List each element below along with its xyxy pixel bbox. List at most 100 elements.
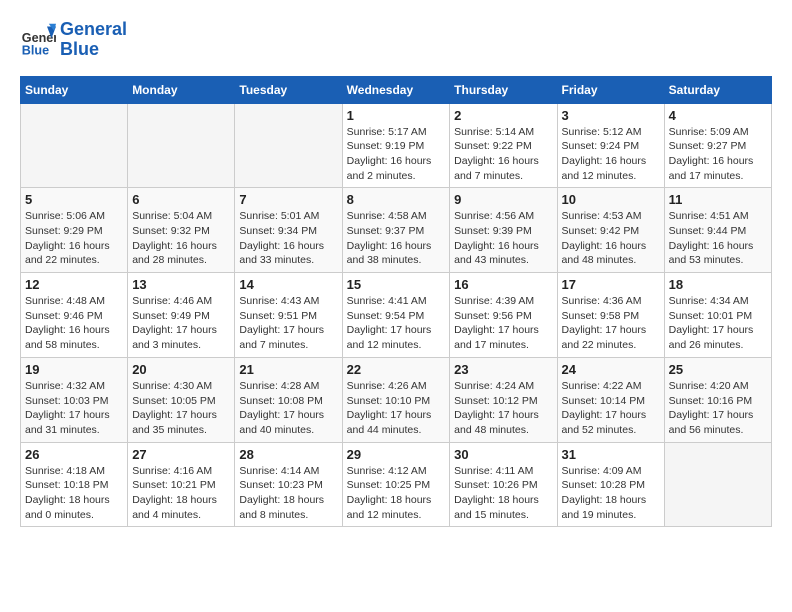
day-info: Sunrise: 5:14 AMSunset: 9:22 PMDaylight:… (454, 125, 552, 184)
calendar-cell: 30Sunrise: 4:11 AMSunset: 10:26 PMDaylig… (450, 442, 557, 527)
day-of-week-header: Wednesday (342, 76, 450, 103)
day-info: Sunrise: 4:11 AMSunset: 10:26 PMDaylight… (454, 464, 552, 523)
day-of-week-header: Saturday (664, 76, 771, 103)
day-number: 27 (132, 447, 230, 462)
calendar-cell: 22Sunrise: 4:26 AMSunset: 10:10 PMDaylig… (342, 357, 450, 442)
calendar-cell: 13Sunrise: 4:46 AMSunset: 9:49 PMDayligh… (128, 273, 235, 358)
calendar-cell: 4 Sunrise: 5:09 AMSunset: 9:27 PMDaylight… (664, 103, 771, 188)
logo-text: General Blue (60, 20, 127, 60)
svg-text:Blue: Blue (22, 43, 49, 57)
calendar-cell (21, 103, 128, 188)
calendar-cell: 17 Sunrise: 4:36 AMSunset: 9:58 PMDayligh… (557, 273, 664, 358)
day-info: Sunrise: 4:34 AMSunset: 10:01 PMDaylight… (669, 294, 767, 353)
calendar-cell: 14 Sunrise: 4:43 AMSunset: 9:51 PMDayligh… (235, 273, 342, 358)
day-number: 3 (562, 108, 660, 123)
calendar-cell: 12 Sunrise: 4:48 AMSunset: 9:46 PMDayligh… (21, 273, 128, 358)
calendar-cell (128, 103, 235, 188)
calendar-cell: 28 Sunrise: 4:14 AMSunset: 10:23 PMDaylig… (235, 442, 342, 527)
logo-icon: General Blue (20, 22, 56, 58)
day-number: 25 (669, 362, 767, 377)
day-info: Sunrise: 4:53 AMSunset: 9:42 PMDaylight:… (562, 209, 660, 268)
day-number: 12 (25, 277, 123, 292)
calendar-cell: 8 Sunrise: 4:58 AMSunset: 9:37 PMDaylight… (342, 188, 450, 273)
day-number: 24 (562, 362, 660, 377)
day-number: 28 (239, 447, 337, 462)
day-info: Sunrise: 5:04 AMSunset: 9:32 PMDaylight:… (132, 209, 230, 268)
day-info: Sunrise: 5:12 AMSunset: 9:24 PMDaylight:… (562, 125, 660, 184)
calendar-cell: 24 Sunrise: 4:22 AMSunset: 10:14 PMDaylig… (557, 357, 664, 442)
day-number: 5 (25, 192, 123, 207)
day-info: Sunrise: 4:39 AMSunset: 9:56 PMDaylight:… (454, 294, 552, 353)
calendar-cell: 6 Sunrise: 5:04 AMSunset: 9:32 PMDaylight… (128, 188, 235, 273)
logo: General Blue General Blue (20, 20, 127, 60)
day-number: 7 (239, 192, 337, 207)
calendar-cell: 16Sunrise: 4:39 AMSunset: 9:56 PMDayligh… (450, 273, 557, 358)
day-number: 15 (347, 277, 446, 292)
calendar-cell: 10 Sunrise: 4:53 AMSunset: 9:42 PMDayligh… (557, 188, 664, 273)
calendar-week-row: 19 Sunrise: 4:32 AMSunset: 10:03 PMDaylig… (21, 357, 772, 442)
day-of-week-header: Friday (557, 76, 664, 103)
day-info: Sunrise: 4:16 AMSunset: 10:21 PMDaylight… (132, 464, 230, 523)
calendar-cell: 2 Sunrise: 5:14 AMSunset: 9:22 PMDaylight… (450, 103, 557, 188)
day-number: 31 (562, 447, 660, 462)
day-number: 19 (25, 362, 123, 377)
day-number: 6 (132, 192, 230, 207)
day-number: 11 (669, 192, 767, 207)
calendar-cell (235, 103, 342, 188)
calendar-cell: 9 Sunrise: 4:56 AMSunset: 9:39 PMDaylight… (450, 188, 557, 273)
calendar-cell: 26 Sunrise: 4:18 AMSunset: 10:18 PMDaylig… (21, 442, 128, 527)
day-number: 2 (454, 108, 552, 123)
page-header: General Blue General Blue (20, 20, 772, 60)
day-info: Sunrise: 5:01 AMSunset: 9:34 PMDaylight:… (239, 209, 337, 268)
day-info: Sunrise: 4:41 AMSunset: 9:54 PMDaylight:… (347, 294, 446, 353)
day-number: 23 (454, 362, 552, 377)
day-info: Sunrise: 4:43 AMSunset: 9:51 PMDaylight:… (239, 294, 337, 353)
day-info: Sunrise: 4:14 AMSunset: 10:23 PMDaylight… (239, 464, 337, 523)
day-info: Sunrise: 4:20 AMSunset: 10:16 PMDaylight… (669, 379, 767, 438)
day-info: Sunrise: 5:09 AMSunset: 9:27 PMDaylight:… (669, 125, 767, 184)
calendar: SundayMondayTuesdayWednesdayThursdayFrid… (20, 76, 772, 528)
day-number: 10 (562, 192, 660, 207)
day-info: Sunrise: 4:46 AMSunset: 9:49 PMDaylight:… (132, 294, 230, 353)
day-number: 26 (25, 447, 123, 462)
calendar-cell: 29 Sunrise: 4:12 AMSunset: 10:25 PMDaylig… (342, 442, 450, 527)
day-info: Sunrise: 4:28 AMSunset: 10:08 PMDaylight… (239, 379, 337, 438)
calendar-week-row: 1Sunrise: 5:17 AMSunset: 9:19 PMDaylight… (21, 103, 772, 188)
calendar-cell: 1Sunrise: 5:17 AMSunset: 9:19 PMDaylight… (342, 103, 450, 188)
day-info: Sunrise: 4:58 AMSunset: 9:37 PMDaylight:… (347, 209, 446, 268)
day-info: Sunrise: 4:56 AMSunset: 9:39 PMDaylight:… (454, 209, 552, 268)
calendar-cell: 25 Sunrise: 4:20 AMSunset: 10:16 PMDaylig… (664, 357, 771, 442)
day-of-week-header: Monday (128, 76, 235, 103)
day-info: Sunrise: 5:17 AMSunset: 9:19 PMDaylight:… (347, 125, 446, 184)
calendar-cell: 21Sunrise: 4:28 AMSunset: 10:08 PMDaylig… (235, 357, 342, 442)
calendar-cell: 11Sunrise: 4:51 AMSunset: 9:44 PMDayligh… (664, 188, 771, 273)
calendar-cell: 19 Sunrise: 4:32 AMSunset: 10:03 PMDaylig… (21, 357, 128, 442)
calendar-week-row: 26 Sunrise: 4:18 AMSunset: 10:18 PMDaylig… (21, 442, 772, 527)
day-number: 4 (669, 108, 767, 123)
calendar-cell: 15 Sunrise: 4:41 AMSunset: 9:54 PMDayligh… (342, 273, 450, 358)
day-number: 18 (669, 277, 767, 292)
day-info: Sunrise: 4:32 AMSunset: 10:03 PMDaylight… (25, 379, 123, 438)
calendar-cell: 7 Sunrise: 5:01 AMSunset: 9:34 PMDaylight… (235, 188, 342, 273)
day-of-week-header: Tuesday (235, 76, 342, 103)
day-number: 17 (562, 277, 660, 292)
day-number: 20 (132, 362, 230, 377)
calendar-cell: 18 Sunrise: 4:34 AMSunset: 10:01 PMDaylig… (664, 273, 771, 358)
day-number: 14 (239, 277, 337, 292)
day-info: Sunrise: 4:48 AMSunset: 9:46 PMDaylight:… (25, 294, 123, 353)
calendar-cell: 31 Sunrise: 4:09 AMSunset: 10:28 PMDaylig… (557, 442, 664, 527)
calendar-cell: 3 Sunrise: 5:12 AMSunset: 9:24 PMDaylight… (557, 103, 664, 188)
day-info: Sunrise: 4:09 AMSunset: 10:28 PMDaylight… (562, 464, 660, 523)
day-info: Sunrise: 4:12 AMSunset: 10:25 PMDaylight… (347, 464, 446, 523)
day-info: Sunrise: 4:22 AMSunset: 10:14 PMDaylight… (562, 379, 660, 438)
day-info: Sunrise: 5:06 AMSunset: 9:29 PMDaylight:… (25, 209, 123, 268)
day-info: Sunrise: 4:26 AMSunset: 10:10 PMDaylight… (347, 379, 446, 438)
day-number: 8 (347, 192, 446, 207)
calendar-cell: 20 Sunrise: 4:30 AMSunset: 10:05 PMDaylig… (128, 357, 235, 442)
day-info: Sunrise: 4:30 AMSunset: 10:05 PMDaylight… (132, 379, 230, 438)
day-info: Sunrise: 4:36 AMSunset: 9:58 PMDaylight:… (562, 294, 660, 353)
day-number: 29 (347, 447, 446, 462)
day-number: 9 (454, 192, 552, 207)
day-info: Sunrise: 4:18 AMSunset: 10:18 PMDaylight… (25, 464, 123, 523)
calendar-cell: 23Sunrise: 4:24 AMSunset: 10:12 PMDaylig… (450, 357, 557, 442)
